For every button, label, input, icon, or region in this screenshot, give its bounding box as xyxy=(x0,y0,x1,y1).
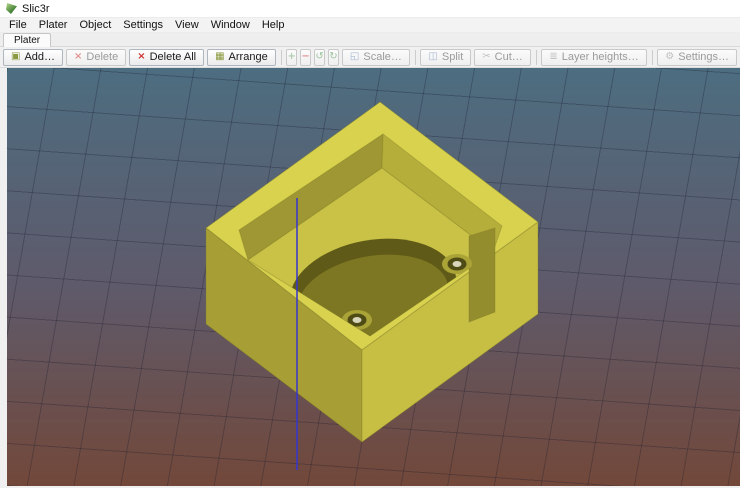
toolbar-separator xyxy=(415,50,416,65)
delete-icon: × xyxy=(74,52,82,62)
cut-button[interactable]: ✂ Cut… xyxy=(474,49,531,66)
increase-copies-icon: + xyxy=(287,52,295,62)
delete-button[interactable]: × Delete xyxy=(66,49,126,66)
toolbar-separator xyxy=(536,50,537,65)
decrease-copies-icon: − xyxy=(301,52,309,62)
menu-window[interactable]: Window xyxy=(205,18,256,33)
model-scene xyxy=(7,68,740,486)
delete-all-button-label: Delete All xyxy=(150,51,196,63)
toolbar-separator xyxy=(281,50,282,65)
arrange-icon: ▦ xyxy=(215,52,224,62)
arrange-button-label: Arrange xyxy=(229,51,268,63)
menu-help[interactable]: Help xyxy=(256,18,291,33)
scale-icon: ◱ xyxy=(350,52,359,62)
tab-bar: Plater xyxy=(0,33,740,47)
menu-bar: File Plater Object Settings View Window … xyxy=(0,18,740,33)
cut-icon: ✂ xyxy=(482,52,490,62)
layer-heights-button-label: Layer heights… xyxy=(562,51,639,63)
window-title: Slic3r xyxy=(22,3,50,15)
title-bar: Slic3r xyxy=(0,0,740,18)
cut-button-label: Cut… xyxy=(495,51,523,63)
add-icon: ▣ xyxy=(11,52,20,62)
delete-all-icon: × xyxy=(137,52,145,62)
menu-object[interactable]: Object xyxy=(73,18,117,33)
settings-button-label: Settings… xyxy=(678,51,729,63)
menu-file[interactable]: File xyxy=(3,18,33,33)
model-3d[interactable] xyxy=(206,102,538,442)
scale-button[interactable]: ◱ Scale… xyxy=(342,49,410,66)
split-icon: ◫ xyxy=(428,52,437,62)
scale-button-label: Scale… xyxy=(363,51,402,63)
rotate-cw-icon: ↻ xyxy=(329,52,337,62)
menu-view[interactable]: View xyxy=(169,18,205,33)
rotate-ccw-icon: ↺ xyxy=(315,52,323,62)
menu-settings[interactable]: Settings xyxy=(117,18,169,33)
layer-heights-icon: ≣ xyxy=(549,52,557,62)
split-button-label: Split xyxy=(442,51,463,63)
arrange-button[interactable]: ▦ Arrange xyxy=(207,49,276,66)
delete-all-button[interactable]: × Delete All xyxy=(129,49,204,66)
add-button[interactable]: ▣ Add… xyxy=(3,49,63,66)
plater-toolbar: ▣ Add… × Delete × Delete All ▦ Arrange +… xyxy=(0,47,740,68)
model-screw-hole-right-center xyxy=(453,261,462,267)
object-settings-button[interactable]: ⚙ Settings… xyxy=(657,49,737,66)
increase-copies-button[interactable]: + xyxy=(286,49,297,66)
rotate-cw-button[interactable]: ↻ xyxy=(328,49,339,66)
tab-plater[interactable]: Plater xyxy=(3,33,51,47)
rotate-ccw-button[interactable]: ↺ xyxy=(314,49,325,66)
model-slot-channel xyxy=(469,228,495,322)
slic3r-app-icon xyxy=(6,3,17,14)
settings-icon: ⚙ xyxy=(665,52,674,62)
menu-plater[interactable]: Plater xyxy=(33,18,74,33)
add-button-label: Add… xyxy=(24,51,55,63)
delete-button-label: Delete xyxy=(86,51,118,63)
viewport-3d[interactable] xyxy=(7,68,740,486)
model-screw-hole-front-center xyxy=(353,317,362,323)
decrease-copies-button[interactable]: − xyxy=(300,49,311,66)
split-button[interactable]: ◫ Split xyxy=(420,49,471,66)
layer-heights-button[interactable]: ≣ Layer heights… xyxy=(541,49,646,66)
toolbar-separator xyxy=(652,50,653,65)
